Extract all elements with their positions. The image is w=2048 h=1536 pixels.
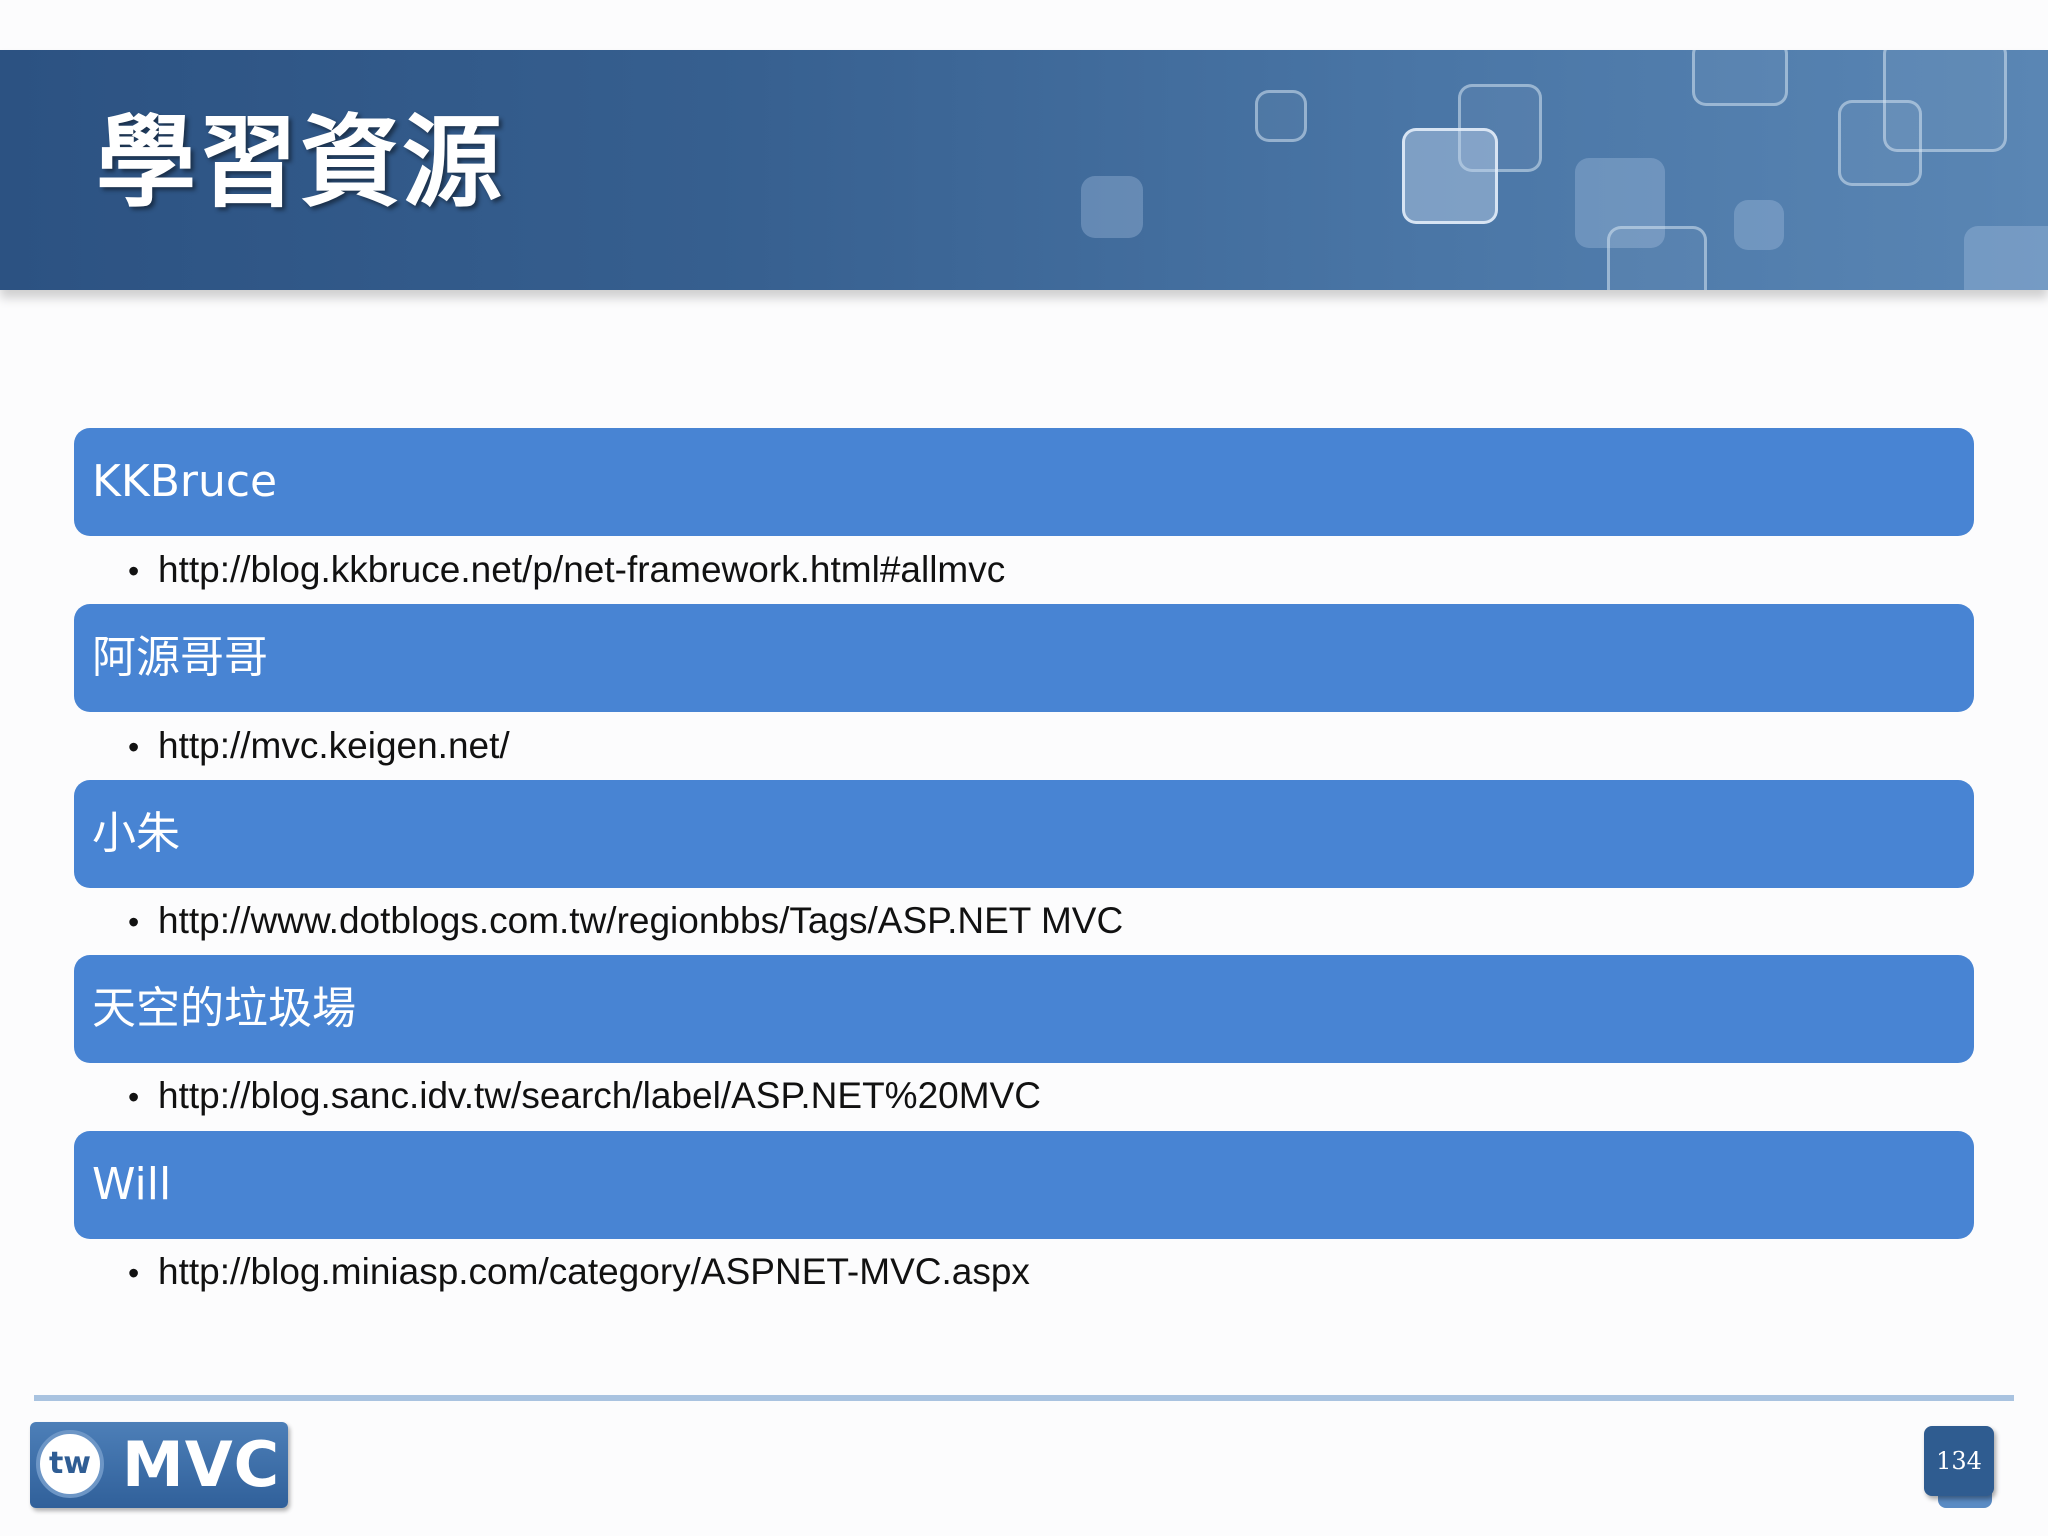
section-label: 小朱 (92, 808, 180, 859)
decorative-square (1964, 226, 2048, 290)
decorative-square (1607, 226, 1707, 290)
decorative-square (1734, 200, 1784, 250)
footer-divider (34, 1395, 2014, 1401)
slide: 學習資源 KKBruce • http://blog.kkbruce.net/p/… (0, 0, 2048, 1536)
section-label: Will (92, 1159, 172, 1210)
section-label: 天空的垃圾場 (92, 983, 356, 1034)
decorative-square (1255, 90, 1307, 142)
resource-link[interactable]: http://mvc.keigen.net/ (158, 725, 510, 766)
resource-link[interactable]: http://blog.kkbruce.net/p/net-framework.… (158, 549, 1005, 590)
bullet-icon: • (128, 1079, 140, 1115)
section-bar-kkbruce: KKBruce (74, 428, 1974, 536)
decorative-square (1692, 50, 1788, 106)
resource-link[interactable]: http://blog.sanc.idv.tw/search/label/ASP… (158, 1075, 1041, 1116)
decorative-square (1081, 176, 1143, 238)
bullet-icon: • (128, 904, 140, 940)
section-label: 阿源哥哥 (92, 632, 268, 683)
resource-link[interactable]: http://www.dotblogs.com.tw/regionbbs/Tag… (158, 900, 1123, 941)
section-bar-xiaozhu: 小朱 (74, 780, 1974, 888)
list-item: • http://blog.miniasp.com/category/ASPNET… (128, 1242, 1030, 1302)
list-item: • http://blog.sanc.idv.tw/search/label/AS… (128, 1066, 1041, 1126)
bullet-icon: • (128, 729, 140, 765)
list-item: • http://mvc.keigen.net/ (128, 716, 510, 776)
resource-link[interactable]: http://blog.miniasp.com/category/ASPNET-… (158, 1251, 1030, 1292)
section-label: KKBruce (92, 456, 278, 507)
header-banner: 學習資源 (0, 50, 2048, 290)
section-bar-sanc: 天空的垃圾場 (74, 955, 1974, 1063)
tw-mvc-logo: tw MVC (30, 1422, 288, 1508)
list-item: • http://blog.kkbruce.net/p/net-framework… (128, 540, 1005, 600)
logo-circle: tw (36, 1430, 104, 1498)
page-number: 134 (1924, 1426, 1994, 1496)
bullet-icon: • (128, 1255, 140, 1291)
decorative-square (1402, 128, 1498, 224)
page-title: 學習資源 (96, 104, 504, 221)
logo-tw-text: tw (48, 1446, 92, 1481)
logo-mvc-text: MVC (122, 1428, 281, 1501)
section-bar-will: Will (74, 1131, 1974, 1239)
bullet-icon: • (128, 553, 140, 589)
list-item: • http://www.dotblogs.com.tw/regionbbs/Ta… (128, 891, 1123, 951)
section-bar-keigen: 阿源哥哥 (74, 604, 1974, 712)
decorative-square (1838, 100, 1922, 186)
